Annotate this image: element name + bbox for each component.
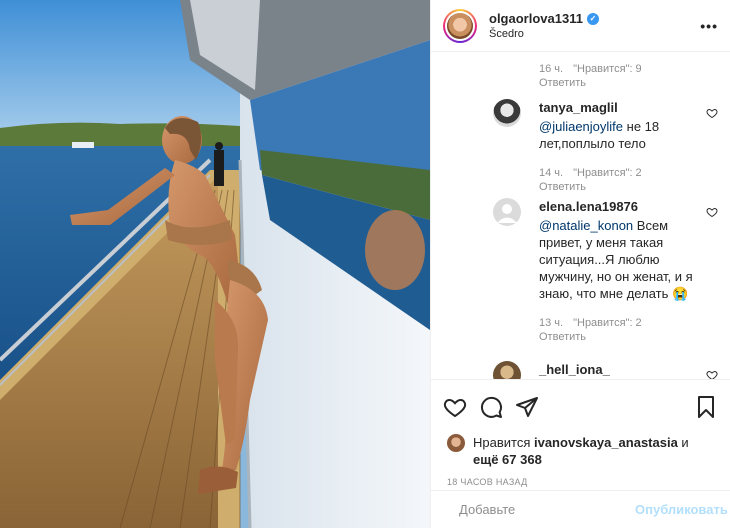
comment-heart-icon[interactable] [706, 206, 718, 218]
post-location[interactable]: Šcedro [489, 28, 700, 40]
reply-button[interactable]: Ответить [539, 180, 688, 194]
commenter-username[interactable]: elena.lena19876 [539, 198, 698, 215]
comment-time: 16 ч. [539, 63, 564, 75]
likes-prefix: Нравится [473, 435, 534, 450]
commenter-avatar[interactable] [493, 99, 521, 127]
heart-icon[interactable] [443, 395, 467, 419]
post-footer: Нравится ivanovskaya_anastasia и ещё 67 … [431, 379, 730, 487]
comment-likes[interactable]: "Нравится": 2 [573, 317, 642, 329]
reply-button[interactable]: Ответить [539, 330, 688, 344]
reply-button[interactable]: Ответить [539, 76, 642, 90]
commenter-avatar[interactable] [493, 198, 521, 226]
comment-meta: 13 ч. "Нравится": 2 Ответить [539, 316, 698, 344]
comment-time: 14 ч. [539, 167, 564, 179]
comment-likes[interactable]: "Нравится": 2 [573, 167, 642, 179]
comment-heart-icon[interactable] [706, 107, 718, 119]
comments-list: 16 ч. "Нравится": 9 Ответить tanya_maglil… [431, 53, 730, 379]
publish-button[interactable]: Опубликовать [635, 502, 728, 517]
action-bar [431, 380, 730, 434]
likes-and: и [677, 435, 689, 450]
bookmark-icon[interactable] [694, 395, 718, 419]
yacht-photo-illustration [0, 0, 430, 528]
likes-others-count[interactable]: ещё 67 368 [473, 452, 542, 467]
mention-link[interactable]: @natalie_konon [539, 218, 633, 233]
comment-meta: 14 ч. "Нравится": 2 Ответить [539, 166, 698, 194]
post-timestamp[interactable]: 18 часов назад [431, 468, 730, 487]
comment-heart-icon[interactable] [706, 369, 718, 379]
liker-username[interactable]: ivanovskaya_anastasia [534, 435, 678, 450]
liker-avatar[interactable] [447, 434, 465, 452]
post-photo[interactable] [0, 0, 430, 528]
more-options-icon[interactable]: ••• [700, 18, 718, 34]
likes-summary: Нравится ivanovskaya_anastasia и ещё 67 … [431, 434, 730, 468]
comment-item: tanya_maglil @juliaenjoylife не 18 лет,п… [493, 99, 718, 194]
verified-badge-icon: ✓ [586, 12, 599, 25]
author-username[interactable]: olgaorlova1311 [489, 11, 583, 26]
commenter-username[interactable]: _hell_iona_ [539, 361, 698, 378]
add-comment-bar: Опубликовать [431, 490, 730, 528]
commenter-avatar[interactable] [493, 361, 521, 379]
comment-meta: 16 ч. "Нравится": 9 Ответить [539, 62, 652, 90]
comment-icon[interactable] [479, 395, 503, 419]
author-avatar[interactable] [443, 8, 477, 43]
comment-item: _hell_iona_ [493, 361, 718, 379]
share-icon[interactable] [515, 395, 539, 419]
comment-likes[interactable]: "Нравится": 9 [573, 63, 642, 75]
post-panel: olgaorlova1311 ✓ Šcedro ••• 16 ч. "Нравит… [430, 0, 730, 528]
commenter-username[interactable]: tanya_maglil [539, 99, 698, 116]
comment-item: elena.lena19876 @natalie_konon Всем прив… [493, 198, 718, 344]
comment-time: 13 ч. [539, 317, 564, 329]
comment-input[interactable] [459, 502, 635, 517]
post-header: olgaorlova1311 ✓ Šcedro ••• [431, 0, 730, 52]
mention-link[interactable]: @juliaenjoylife [539, 119, 623, 134]
